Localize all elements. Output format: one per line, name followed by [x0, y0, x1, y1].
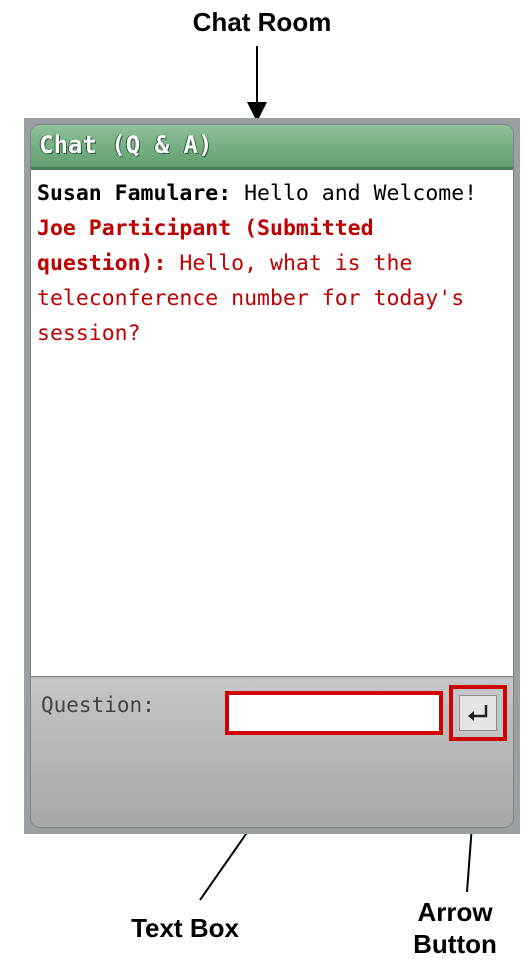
- text-box-annotation: Text Box: [131, 913, 239, 943]
- arrow-button-annotation: Arrow Button: [395, 896, 515, 960]
- chat-panel: Chat (Q & A) Susan Famulare: Hello and W…: [24, 118, 520, 834]
- chat-header: Chat (Q & A): [31, 125, 513, 169]
- chat-header-title: Chat (Q & A): [39, 131, 213, 159]
- chat-messages: Susan Famulare: Hello and Welcome! Joe P…: [31, 169, 513, 677]
- send-button[interactable]: [459, 695, 497, 731]
- chat-footer: Question:: [31, 679, 513, 827]
- message-text: Hello and Welcome!: [231, 181, 478, 206]
- chat-message: Susan Famulare: Hello and Welcome!: [37, 176, 507, 211]
- arrow-button-annotation-line2: Button: [413, 929, 497, 959]
- chat-panel-inner: Chat (Q & A) Susan Famulare: Hello and W…: [30, 124, 514, 828]
- question-input[interactable]: [225, 691, 443, 735]
- chat-message: Joe Participant (Submitted question): He…: [37, 211, 507, 351]
- send-button-highlight: [449, 685, 507, 741]
- message-sender: Susan Famulare:: [37, 181, 232, 206]
- question-label: Question:: [41, 693, 155, 717]
- enter-arrow-icon: [468, 705, 488, 721]
- arrow-button-annotation-line1: Arrow: [417, 897, 493, 927]
